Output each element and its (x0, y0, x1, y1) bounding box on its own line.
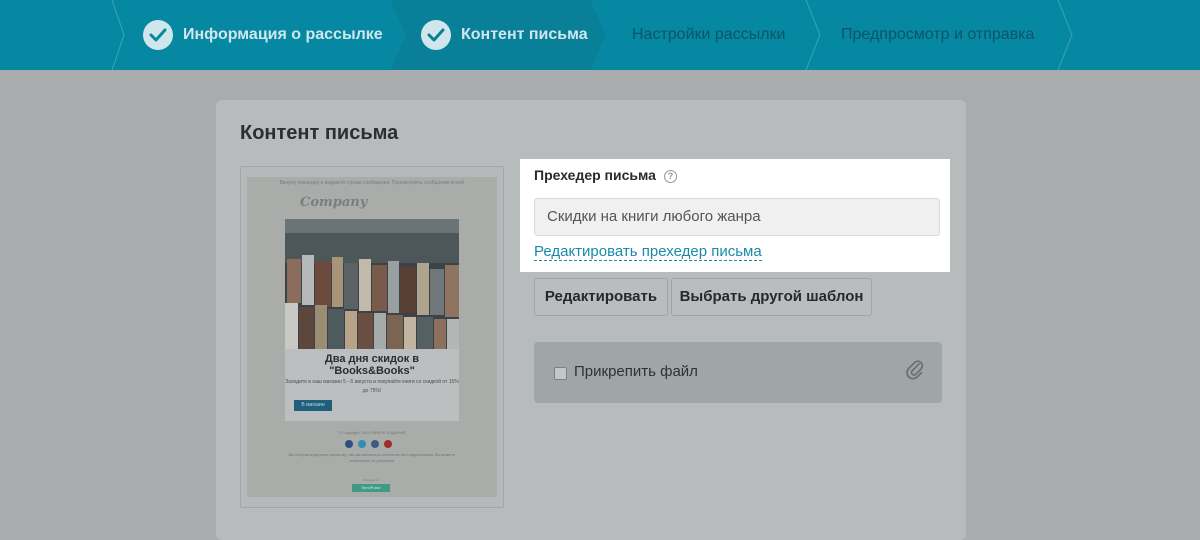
choose-template-button[interactable]: Выбрать другой шаблон (671, 278, 872, 316)
step-campaign-settings[interactable]: Настройки рассылки (606, 0, 826, 70)
thumbnail-unsubscribe-text: Вы получили данную рассылку, так как явл… (288, 452, 456, 463)
check-icon (421, 20, 451, 50)
page-title: Контент письма (240, 122, 399, 144)
step-label: Предпросмотр и отправка (841, 26, 1035, 43)
attach-file-label: Прикрепить файл (574, 363, 698, 380)
step-preview-send[interactable]: Предпросмотр и отправка (820, 0, 1200, 70)
books-illustration (285, 219, 459, 349)
step-label: Информация о рассылке (183, 26, 383, 43)
facebook-icon (345, 440, 353, 448)
thumbnail-badge: SendPulse (352, 484, 390, 492)
thumbnail-subtext: Заходите в наш магазин 5 - 6 августа и п… (285, 379, 459, 394)
thumbnail-cta-button: В магазин (294, 400, 332, 411)
thumbnail-logo: Company (300, 195, 368, 210)
step-email-content[interactable]: Контент письма (390, 0, 620, 70)
wizard-stepper: Информация о рассылке Контент письма Нас… (0, 0, 1200, 70)
twitter-icon (358, 440, 366, 448)
preheader-label: Прехедер письма (534, 167, 656, 183)
attach-file-checkbox[interactable] (554, 367, 567, 380)
step-label: Настройки рассылки (632, 26, 786, 43)
thumbnail-footer: © Copyright, 2015 ЯРКОЕ ИЗДАНИЕ (338, 430, 406, 435)
preheader-input[interactable]: Скидки на книги любого жанра (534, 198, 940, 236)
books-image (285, 219, 459, 349)
attach-file-panel: Прикрепить файл (534, 342, 942, 403)
thumbnail-heading: Два дня скидок в "Books&Books" (324, 353, 420, 377)
step-campaign-info[interactable]: Информация о рассылке (0, 0, 400, 70)
step-label: Контент письма (461, 26, 588, 43)
check-icon (143, 20, 173, 50)
thumbnail-top-text: Вверху прехедер и видимой строки сообщен… (279, 180, 465, 186)
paperclip-icon (906, 360, 924, 380)
thumbnail-badge-label: Powered by (363, 478, 379, 482)
vk-icon (371, 440, 379, 448)
youtube-icon (384, 440, 392, 448)
edit-preheader-link[interactable]: Редактировать прехедер письма (534, 243, 762, 261)
help-icon[interactable]: ? (664, 170, 677, 183)
edit-button[interactable]: Редактировать (534, 278, 668, 316)
